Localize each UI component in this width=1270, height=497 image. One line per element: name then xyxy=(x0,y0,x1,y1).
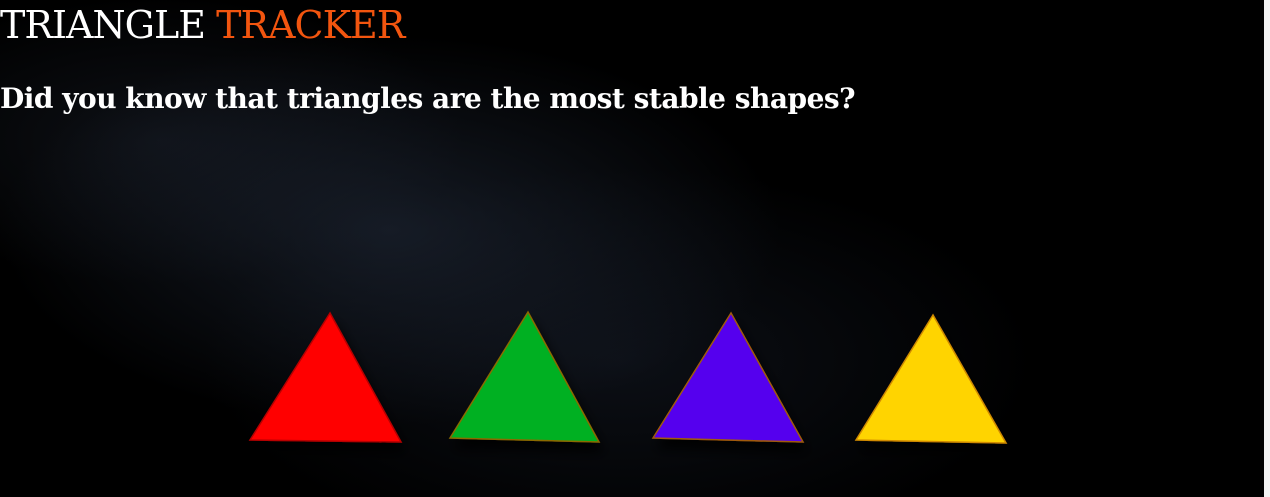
red-triangle xyxy=(248,311,403,443)
green-triangle xyxy=(448,310,601,443)
scrollbar[interactable] xyxy=(1264,0,1270,497)
purple-triangle xyxy=(651,311,805,443)
page: TRIANGLE TRACKER Did you know that trian… xyxy=(0,0,1270,497)
hero-image xyxy=(248,310,1008,444)
yellow-triangle xyxy=(854,313,1008,444)
